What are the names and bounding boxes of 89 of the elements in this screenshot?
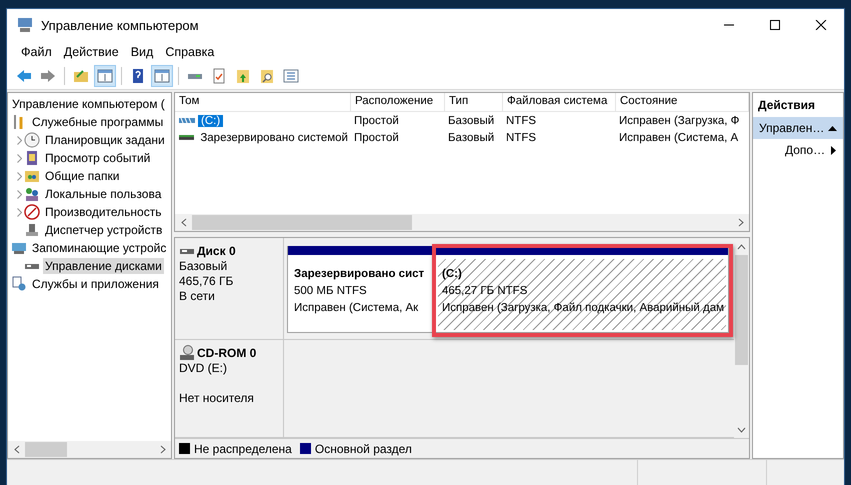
- disk-info: DVD (E:): [179, 361, 228, 376]
- table-cell[interactable]: (C:): [198, 114, 224, 126]
- column-header[interactable]: Расположение: [351, 93, 445, 111]
- column-header[interactable]: Тип: [445, 93, 503, 111]
- disk-info: 465,76 ГБ: [179, 274, 234, 289]
- legend-label: Основной раздел: [314, 442, 412, 456]
- tree-item[interactable]: Служебные программы: [30, 114, 166, 130]
- panel-icon: [97, 68, 113, 84]
- disk-name: CD-ROM 0: [197, 346, 256, 360]
- column-header[interactable]: Файловая система: [503, 93, 616, 111]
- table-cell-text: Исправен (Загрузка, Ф: [618, 114, 740, 126]
- window-title: Управление компьютером: [41, 18, 200, 32]
- table-cell[interactable]: Зарезервировано системой: [197, 132, 351, 144]
- chevron-right-icon[interactable]: [16, 136, 22, 144]
- clock-icon: [24, 132, 40, 148]
- table-cell-text: NTFS: [505, 114, 538, 126]
- table-cell-text: Базовый: [447, 114, 496, 126]
- tree-item[interactable]: Запоминающие устройс: [30, 240, 168, 256]
- table-cell-text: NTFS: [505, 132, 538, 144]
- column-header[interactable]: Том: [175, 93, 351, 111]
- partition-title: (C:): [442, 267, 463, 282]
- back-arrow-icon: [16, 68, 32, 84]
- table-cell-text: Простой: [353, 114, 400, 126]
- tree-item[interactable]: Производительность: [43, 204, 164, 220]
- partition[interactable]: Зарезервировано сист 500 МБ NTFS Исправен (Система, Ак: [287, 246, 435, 333]
- document-check-icon: [211, 68, 227, 84]
- column-header[interactable]: Состояние: [616, 93, 749, 111]
- scroll-left-icon[interactable]: [180, 218, 186, 227]
- submenu-arrow-icon: [830, 146, 837, 154]
- disk-name: Диск 0: [197, 244, 236, 258]
- tree-item[interactable]: Управление дисками: [43, 258, 164, 274]
- tree-item[interactable]: Локальные пользова: [43, 186, 164, 202]
- partition-title: Зарезервировано сист: [294, 267, 426, 282]
- folder-search-icon: [259, 68, 275, 84]
- volume-icon: [179, 133, 194, 142]
- collapse-up-icon: [828, 124, 837, 132]
- tree-item[interactable]: Просмотр событий: [43, 150, 152, 166]
- partition-size: 465,27 ГБ NTFS: [442, 284, 528, 299]
- forward-arrow-icon: [40, 68, 56, 84]
- chevron-right-icon[interactable]: [16, 172, 22, 180]
- actions-title: Действия: [757, 97, 816, 114]
- services-icon: [11, 276, 27, 292]
- scroll-thumb[interactable]: [192, 215, 412, 230]
- action-item[interactable]: Управлен…: [753, 117, 843, 139]
- tree-item[interactable]: Общие папки: [43, 168, 122, 184]
- chevron-right-icon[interactable]: [16, 190, 22, 198]
- scroll-right-icon[interactable]: [160, 445, 166, 454]
- tree-item[interactable]: Службы и приложения: [30, 276, 161, 292]
- close-icon: [815, 20, 827, 30]
- list-icon: [283, 68, 299, 84]
- partition-status: Исправен (Загрузка, Файл подкачки, Аварийный дам: [442, 301, 724, 316]
- users-icon: [24, 186, 40, 202]
- panel-icon: [154, 68, 170, 84]
- scroll-right-icon[interactable]: [738, 218, 744, 227]
- table-cell-text: Исправен (Система, А: [618, 132, 740, 144]
- storage-icon: [11, 240, 27, 256]
- disk-info: Нет носителя: [179, 391, 255, 406]
- device-icon: [24, 222, 40, 238]
- table-cell-text: Простой: [353, 132, 400, 144]
- toolbar-button[interactable]: [94, 65, 116, 87]
- scroll-up-icon[interactable]: [737, 244, 746, 250]
- disk-info: Базовый: [179, 259, 228, 274]
- tree-item[interactable]: Планировщик задани: [43, 132, 167, 148]
- folder-icon: [73, 68, 89, 84]
- volume-icon: [179, 116, 195, 125]
- scroll-left-icon[interactable]: [14, 445, 20, 454]
- table-cell-text: Базовый: [447, 132, 496, 144]
- toolbar-button[interactable]: [151, 65, 173, 87]
- chevron-right-icon[interactable]: [16, 208, 22, 216]
- scroll-down-icon[interactable]: [737, 426, 746, 432]
- menu-item[interactable]: Файл: [15, 45, 58, 59]
- action-item[interactable]: Допо…: [753, 139, 843, 161]
- menu-item[interactable]: Вид: [124, 45, 160, 59]
- menu-item[interactable]: Действие: [58, 45, 125, 59]
- maximize-icon: [769, 20, 781, 30]
- legend-label: Не распределена: [194, 442, 292, 456]
- computer-management-icon: [17, 17, 33, 33]
- tree-item[interactable]: Диспетчер устройств: [43, 222, 164, 238]
- cd-drive-icon: [179, 345, 195, 361]
- shared-folder-icon: [24, 168, 40, 184]
- tree-item[interactable]: Управление компьютером (: [10, 96, 167, 112]
- help-icon: [130, 68, 146, 84]
- performance-icon: [24, 204, 40, 220]
- menu-item[interactable]: Справка: [159, 45, 220, 59]
- scroll-thumb[interactable]: [735, 255, 748, 365]
- event-log-icon: [24, 150, 40, 166]
- disk-info: В сети: [179, 289, 216, 304]
- scroll-thumb[interactable]: [25, 442, 67, 457]
- chevron-right-icon[interactable]: [16, 154, 22, 162]
